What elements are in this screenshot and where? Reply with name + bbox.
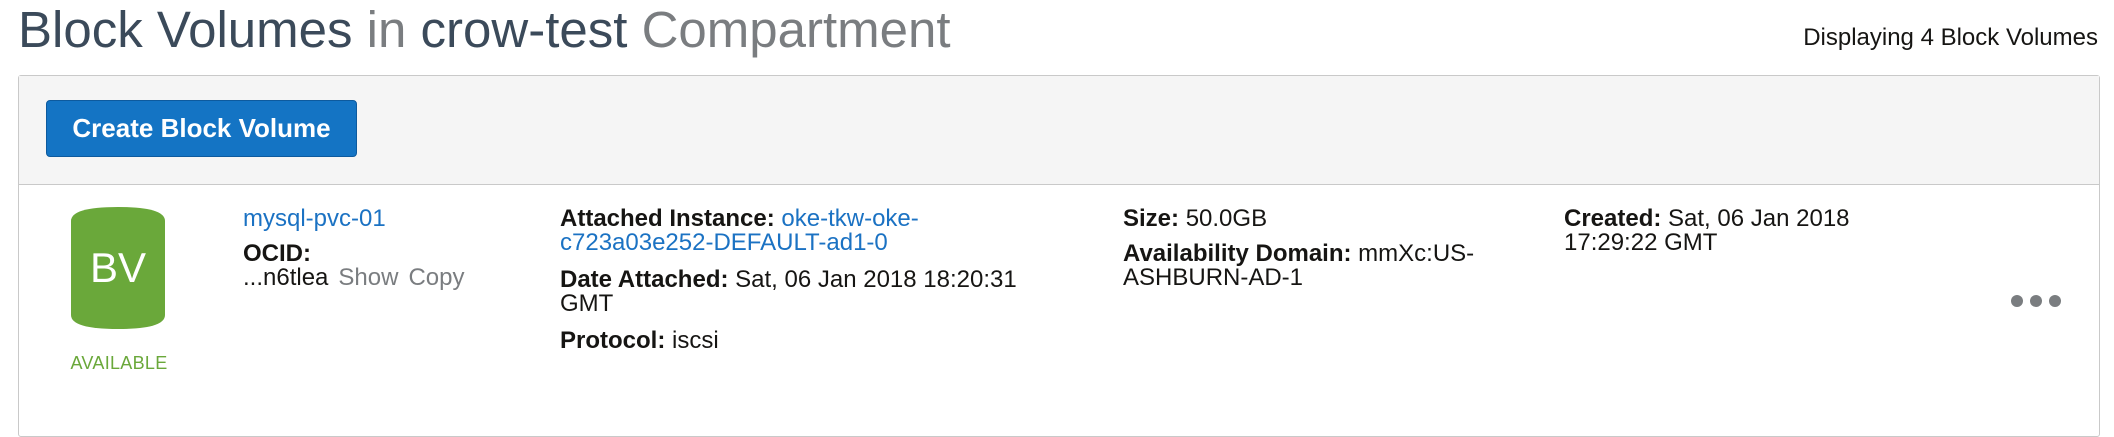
availability-domain-cell: Availability Domain: mmXc:US- ASHBURN-AD… xyxy=(1123,242,1474,290)
created-value-continued: 17:29:22 GMT xyxy=(1564,229,1718,256)
protocol-cell: Protocol: iscsi xyxy=(560,329,719,353)
availability-domain-label: Availability Domain: xyxy=(1123,240,1352,267)
size-label: Size: xyxy=(1123,205,1180,232)
created-cell: Created: Sat, 06 Jan 2018 17:29:22 GMT xyxy=(1564,207,1850,255)
status-badge: AVAILABLE xyxy=(70,353,168,373)
created-label: Created: xyxy=(1564,205,1662,232)
page-title-resource: Block Volumes xyxy=(18,1,353,58)
ocid-show-link[interactable]: Show xyxy=(338,264,398,291)
attached-instance-link-continued[interactable]: c723a03e252-DEFAULT-ad1-0 xyxy=(560,229,888,256)
protocol-value: iscsi xyxy=(672,327,719,354)
volume-list-item: BV AVAILABLE mysql-pvc-01 OCID: ...n6tle… xyxy=(19,185,2099,405)
page-title-compartment-name: crow-test xyxy=(420,1,628,58)
date-attached-cell: Date Attached: Sat, 06 Jan 2018 18:20:31… xyxy=(560,268,1017,316)
page-title-compartment-word: Compartment xyxy=(641,1,951,58)
create-block-volume-button[interactable]: Create Block Volume xyxy=(46,100,357,157)
attached-instance-cell: Attached Instance: oke-tkw-oke- c723a03e… xyxy=(560,207,919,255)
volume-name-cell: mysql-pvc-01 xyxy=(243,207,386,231)
ocid-label: OCID: xyxy=(243,240,311,267)
block-volume-icon-initials: BV xyxy=(89,244,147,291)
volume-name-link[interactable]: mysql-pvc-01 xyxy=(243,205,386,232)
page-title-in: in xyxy=(366,1,407,58)
page-title: Block Volumes in crow-test Compartment xyxy=(18,0,951,60)
more-horizontal-icon[interactable] xyxy=(2011,289,2061,313)
date-attached-value: Sat, 06 Jan 2018 18:20:31 xyxy=(735,266,1017,293)
ocid-cell: OCID: ...n6tlea Show Copy xyxy=(243,242,464,290)
results-count: Displaying 4 Block Volumes xyxy=(1803,24,2098,51)
date-attached-value-continued: GMT xyxy=(560,290,614,317)
page-header: Block Volumes in crow-test Compartment D… xyxy=(18,0,2104,72)
availability-domain-value-continued: ASHBURN-AD-1 xyxy=(1123,264,1304,291)
availability-domain-value: mmXc:US- xyxy=(1358,240,1475,267)
ocid-copy-link[interactable]: Copy xyxy=(408,264,464,291)
toolbar: Create Block Volume xyxy=(19,76,2099,185)
size-cell: Size: 50.0GB xyxy=(1123,207,1267,231)
size-value: 50.0GB xyxy=(1185,205,1268,232)
created-value: Sat, 06 Jan 2018 xyxy=(1668,205,1850,232)
date-attached-label: Date Attached: xyxy=(560,266,729,293)
attached-instance-label: Attached Instance: xyxy=(560,205,775,232)
attached-instance-link[interactable]: oke-tkw-oke- xyxy=(781,205,918,232)
protocol-label: Protocol: xyxy=(560,327,666,354)
block-volume-icon: BV xyxy=(71,207,165,329)
ocid-value: ...n6tlea xyxy=(243,264,329,291)
block-volumes-panel: Create Block Volume BV AVAILABLE mysql-p… xyxy=(18,75,2100,437)
